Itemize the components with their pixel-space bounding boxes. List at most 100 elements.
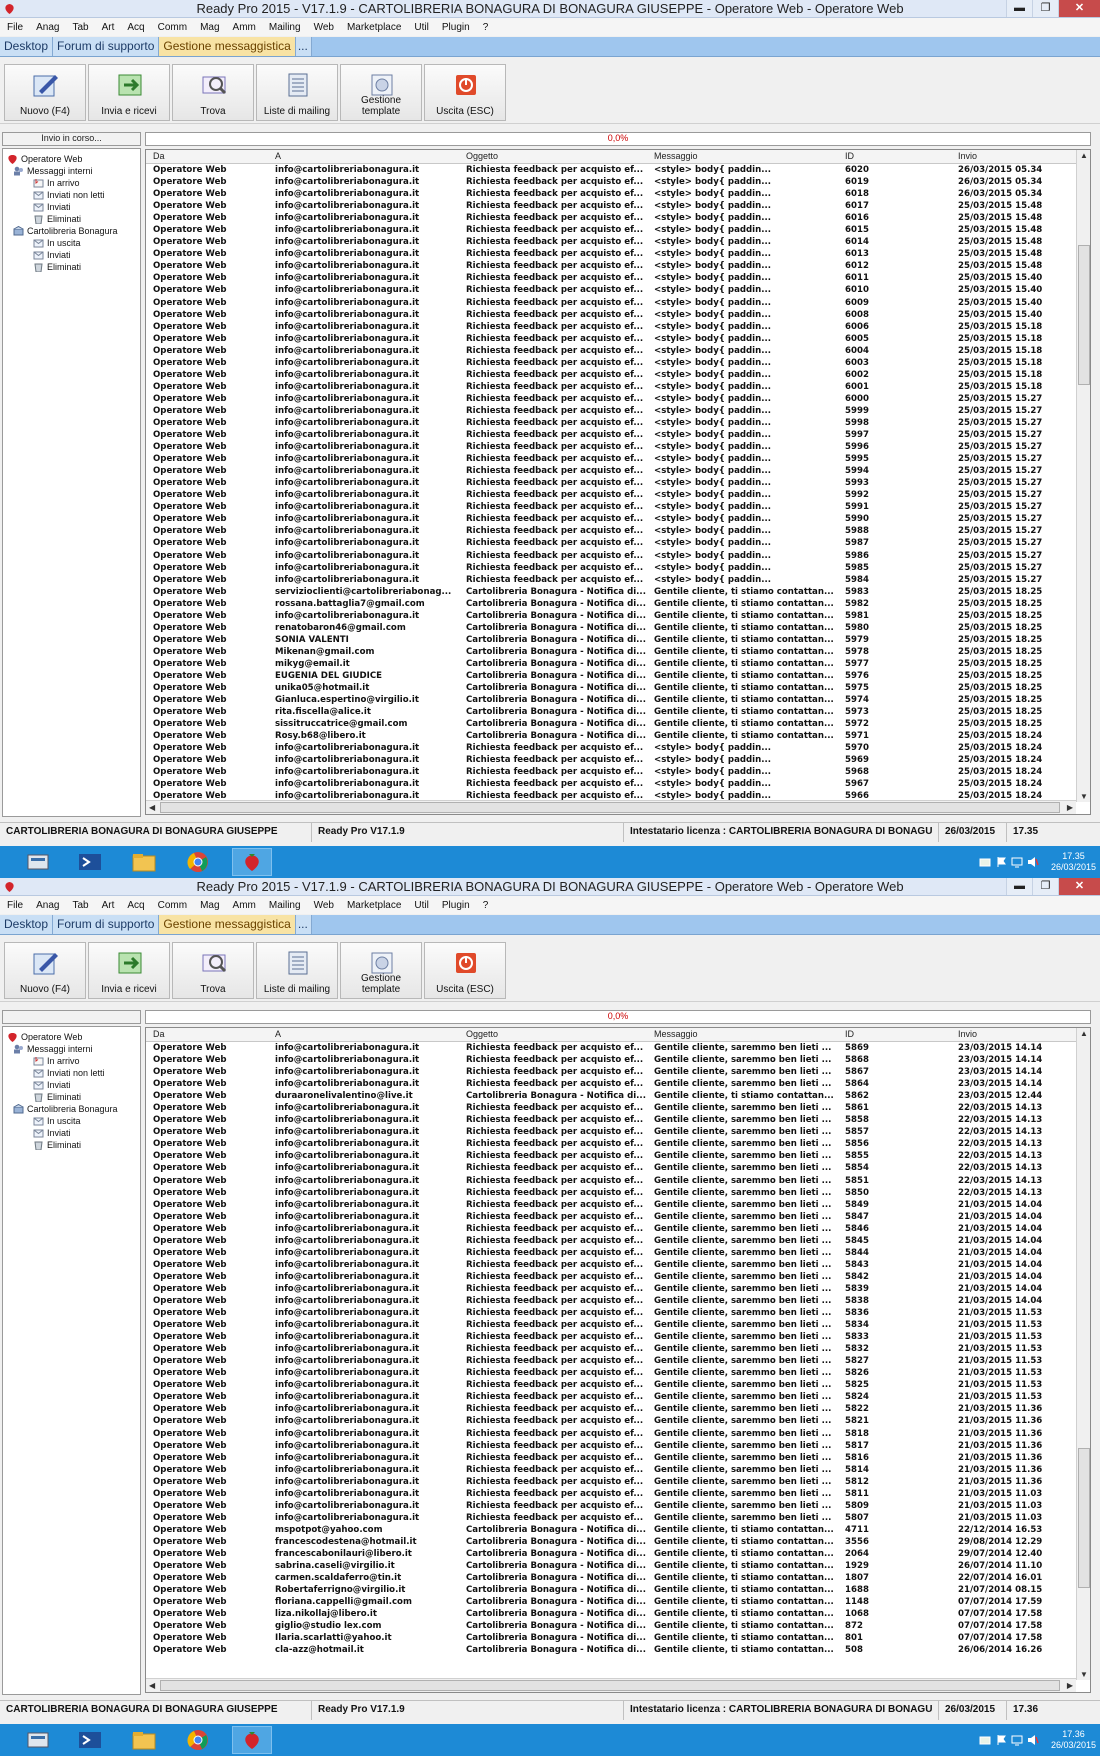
- table-row[interactable]: Operatore Web info@cartolibreriabonagura.…: [146, 1127, 1076, 1139]
- tree-node[interactable]: Eliminati: [33, 213, 81, 225]
- table-row[interactable]: Operatore Web duraaronelivalentino@live.i…: [146, 1091, 1076, 1103]
- menu-item[interactable]: Anag: [29, 22, 65, 33]
- toolbar-button[interactable]: Invia e ricevi: [88, 942, 170, 999]
- toolbar-button[interactable]: Liste di mailing: [256, 64, 338, 121]
- scroll-left-icon[interactable]: ◀: [149, 803, 155, 812]
- horizontal-scrollbar[interactable]: ◀ ▶: [146, 800, 1076, 814]
- table-row[interactable]: Operatore Web info@cartolibreriabonagura.…: [146, 1043, 1076, 1055]
- restore-button[interactable]: ❐: [1032, 0, 1058, 17]
- table-row[interactable]: Operatore Web rita.fiscella@alice.it Carto…: [146, 707, 1076, 719]
- scroll-thumb[interactable]: [1078, 1448, 1090, 1588]
- table-row[interactable]: Operatore Web info@cartolibreriabonagura.…: [146, 346, 1076, 358]
- column-header[interactable]: Da: [153, 1029, 165, 1039]
- table-row[interactable]: Operatore Web info@cartolibreriabonagura.…: [146, 165, 1076, 177]
- table-row[interactable]: Operatore Web info@cartolibreriabonagura.…: [146, 478, 1076, 490]
- column-header[interactable]: Messaggio: [654, 1029, 698, 1039]
- ready-pro-icon[interactable]: [232, 1726, 272, 1754]
- column-header[interactable]: A: [275, 1029, 281, 1039]
- vertical-scrollbar[interactable]: ▲ ▼: [1076, 150, 1090, 802]
- menu-item[interactable]: Acq: [120, 22, 150, 33]
- table-row[interactable]: Operatore Web francescodestena@hotmail.it…: [146, 1537, 1076, 1549]
- table-row[interactable]: Operatore Web info@cartolibreriabonagura.…: [146, 225, 1076, 237]
- table-row[interactable]: Operatore Web info@cartolibreriabonagura.…: [146, 1501, 1076, 1513]
- tree-node[interactable]: Cartolibreria Bonagura: [13, 225, 118, 237]
- table-row[interactable]: Operatore Web info@cartolibreriabonagura.…: [146, 430, 1076, 442]
- menu-item[interactable]: Comm: [151, 900, 193, 911]
- table-row[interactable]: Operatore Web unika05@hotmail.it Cartolibr…: [146, 683, 1076, 695]
- scroll-right-icon[interactable]: ▶: [1067, 1681, 1073, 1690]
- tab-item[interactable]: Desktop: [0, 37, 54, 56]
- table-row[interactable]: Operatore Web info@cartolibreriabonagura.…: [146, 551, 1076, 563]
- tree-node[interactable]: Eliminati: [33, 1139, 81, 1151]
- menu-item[interactable]: ?: [476, 22, 495, 33]
- table-row[interactable]: Operatore Web info@cartolibreriabonagura.…: [146, 442, 1076, 454]
- table-row[interactable]: Operatore Web info@cartolibreriabonagura.…: [146, 1272, 1076, 1284]
- table-row[interactable]: Operatore Web rossana.battaglia7@gmail.co…: [146, 599, 1076, 611]
- column-header[interactable]: Oggetto: [466, 1029, 498, 1039]
- table-row[interactable]: Operatore Web info@cartolibreriabonagura.…: [146, 177, 1076, 189]
- horizontal-scrollbar[interactable]: ◀ ▶: [146, 1678, 1076, 1692]
- table-row[interactable]: Operatore Web sabrina.caseli@virgilio.it C…: [146, 1561, 1076, 1573]
- table-row[interactable]: Operatore Web info@cartolibreriabonagura.…: [146, 1489, 1076, 1501]
- menu-item[interactable]: Art: [95, 900, 121, 911]
- table-row[interactable]: Operatore Web info@cartolibreriabonagura.…: [146, 1380, 1076, 1392]
- tab-item[interactable]: Desktop: [0, 915, 54, 934]
- table-row[interactable]: Operatore Web info@cartolibreriabonagura.…: [146, 526, 1076, 538]
- tree-node[interactable]: In uscita: [33, 1115, 81, 1127]
- scroll-up-icon[interactable]: ▲: [1080, 151, 1088, 160]
- clock[interactable]: 17.36 26/03/2015: [1051, 1729, 1096, 1751]
- menu-item[interactable]: Util: [407, 900, 434, 911]
- tab-item[interactable]: Forum di supporto: [53, 915, 160, 934]
- table-row[interactable]: Operatore Web info@cartolibreriabonagura.…: [146, 261, 1076, 273]
- column-header[interactable]: A: [275, 151, 281, 161]
- tree-node[interactable]: In uscita: [33, 237, 81, 249]
- minimize-button[interactable]: ▬: [1006, 878, 1032, 895]
- tree-node[interactable]: Eliminati: [33, 261, 81, 273]
- table-row[interactable]: Operatore Web info@cartolibreriabonagura.…: [146, 575, 1076, 587]
- clock[interactable]: 17.35 26/03/2015: [1051, 851, 1096, 873]
- table-row[interactable]: Operatore Web info@cartolibreriabonagura.…: [146, 563, 1076, 575]
- table-row[interactable]: Operatore Web SONIA VALENTI Cartolibreria …: [146, 635, 1076, 647]
- table-row[interactable]: Operatore Web info@cartolibreriabonagura.…: [146, 1200, 1076, 1212]
- menu-item[interactable]: Web: [307, 22, 340, 33]
- menu-item[interactable]: Tab: [65, 22, 94, 33]
- table-row[interactable]: Operatore Web info@cartolibreriabonagura.…: [146, 201, 1076, 213]
- table-row[interactable]: Operatore Web cla-azz@hotmail.it Cartolibr…: [146, 1645, 1076, 1657]
- table-row[interactable]: Operatore Web info@cartolibreriabonagura.…: [146, 394, 1076, 406]
- scroll-right-icon[interactable]: ▶: [1067, 803, 1073, 812]
- flag-icon[interactable]: [995, 1734, 1007, 1746]
- table-row[interactable]: Operatore Web info@cartolibreriabonagura.…: [146, 1260, 1076, 1272]
- menu-item[interactable]: File: [0, 900, 29, 911]
- menu-item[interactable]: Marketplace: [340, 900, 407, 911]
- table-row[interactable]: Operatore Web info@cartolibreriabonagura.…: [146, 285, 1076, 297]
- table-row[interactable]: Operatore Web info@cartolibreriabonagura.…: [146, 1429, 1076, 1441]
- tab-item[interactable]: Forum di supporto: [53, 37, 160, 56]
- server-manager-icon[interactable]: [18, 848, 58, 876]
- tree-node[interactable]: Operatore Web: [7, 153, 82, 165]
- table-row[interactable]: Operatore Web Robertaferrigno@virgilio.it…: [146, 1585, 1076, 1597]
- menu-item[interactable]: Plugin: [435, 900, 476, 911]
- table-row[interactable]: Operatore Web info@cartolibreriabonagura.…: [146, 1079, 1076, 1091]
- table-row[interactable]: Operatore Web info@cartolibreriabonagura.…: [146, 1416, 1076, 1428]
- minimize-button[interactable]: ▬: [1006, 0, 1032, 17]
- tree-node[interactable]: In arrivo: [33, 1055, 80, 1067]
- table-row[interactable]: Operatore Web info@cartolibreriabonagura.…: [146, 1284, 1076, 1296]
- table-row[interactable]: Operatore Web mikyg@email.it Cartolibreria…: [146, 659, 1076, 671]
- table-row[interactable]: Operatore Web info@cartolibreriabonagura.…: [146, 1248, 1076, 1260]
- tree-node[interactable]: Inviati: [33, 201, 71, 213]
- table-row[interactable]: Operatore Web EUGENIA DEL GIUDICE Cartolib…: [146, 671, 1076, 683]
- table-row[interactable]: Operatore Web info@cartolibreriabonagura.…: [146, 322, 1076, 334]
- table-row[interactable]: Operatore Web info@cartolibreriabonagura.…: [146, 1055, 1076, 1067]
- restore-button[interactable]: ❐: [1032, 878, 1058, 895]
- scroll-down-icon[interactable]: ▼: [1080, 792, 1088, 801]
- toolbar-button[interactable]: Uscita (ESC): [424, 64, 506, 121]
- display-icon[interactable]: [1011, 856, 1023, 868]
- menu-item[interactable]: Util: [407, 22, 434, 33]
- chrome-icon[interactable]: [178, 848, 218, 876]
- table-row[interactable]: Operatore Web info@cartolibreriabonagura.…: [146, 1513, 1076, 1525]
- scroll-down-icon[interactable]: ▼: [1080, 1670, 1088, 1679]
- tree-node[interactable]: Operatore Web: [7, 1031, 82, 1043]
- toolbar-button[interactable]: Nuovo (F4): [4, 64, 86, 121]
- table-row[interactable]: Operatore Web info@cartolibreriabonagura.…: [146, 358, 1076, 370]
- toolbar-button[interactable]: Liste di mailing: [256, 942, 338, 999]
